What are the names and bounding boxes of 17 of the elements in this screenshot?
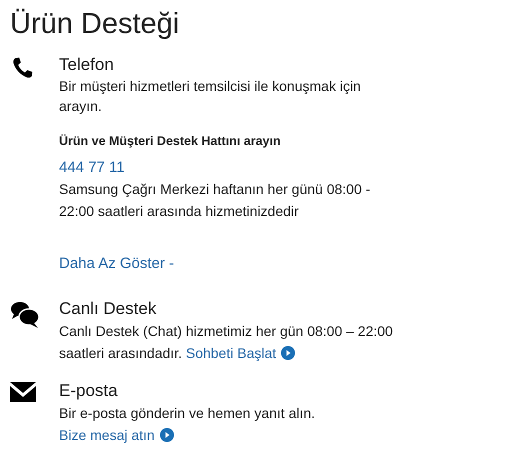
page-title: Ürün Desteği xyxy=(10,7,180,42)
chat-icon xyxy=(10,300,40,328)
section-description: Canlı Destek (Chat) hizmetimiz her gün 08:00 – 22:00 saatleri arasındadır. Sohbeti Başlat xyxy=(59,320,404,364)
hotline-heading: Ürün ve Müşteri Destek Hattını arayın xyxy=(59,133,282,150)
envelope-icon xyxy=(10,382,36,402)
start-chat-link[interactable]: Sohbeti Başlat xyxy=(186,342,296,364)
section-description: Bir e-posta gönderin ve hemen yanıt alın. xyxy=(59,404,316,423)
hours-text: Samsung Çağrı Merkezi haftanın her günü 08:00 - 22:00 saatleri arasında hizmetinizdedir xyxy=(59,180,372,221)
section-title: Canlı Destek xyxy=(59,298,158,320)
phone-number-link[interactable]: 444 77 11 xyxy=(59,158,125,178)
play-circle-icon xyxy=(281,346,296,360)
section-description: Bir müşteri hizmetleri temsilcisi ile konuşmak için arayın. xyxy=(59,77,362,116)
section-title: E-posta xyxy=(59,380,119,402)
send-message-link[interactable]: Bize mesaj atın xyxy=(59,424,174,446)
section-title: Telefon xyxy=(59,54,115,76)
play-circle-icon xyxy=(160,428,174,442)
show-less-link[interactable]: Daha Az Göster - xyxy=(59,254,174,274)
